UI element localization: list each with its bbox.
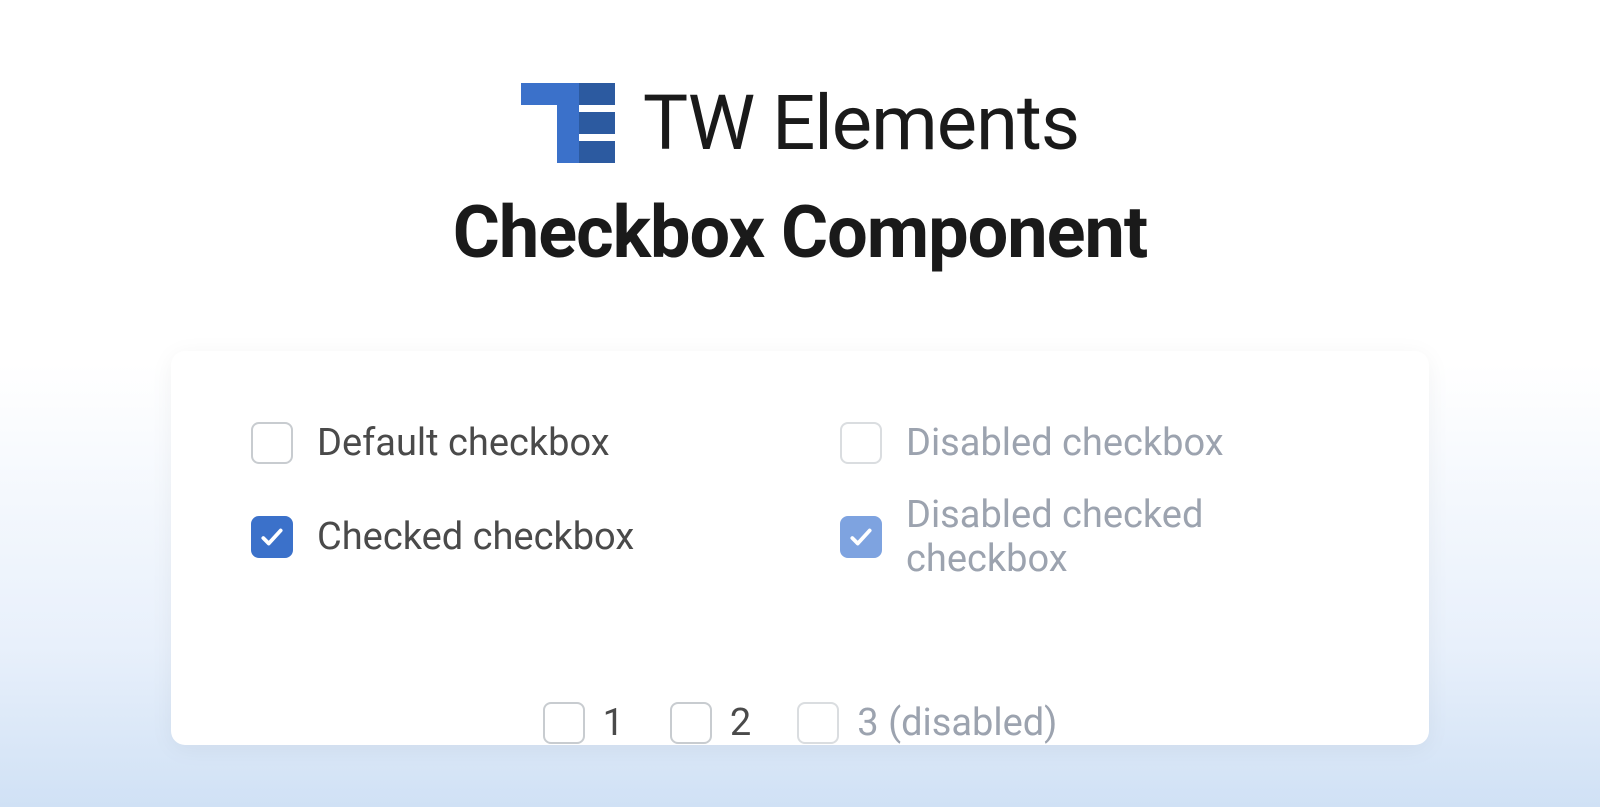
checkmark-icon [259, 524, 285, 550]
checkbox-row-checked: Checked checkbox [251, 493, 760, 581]
inline-checkbox-2[interactable] [670, 702, 712, 744]
checkbox-row-disabled: Disabled checkbox [840, 421, 1349, 465]
header: TW Elements [521, 78, 1079, 168]
inline-label-1: 1 [603, 701, 624, 745]
inline-item-1: 1 [543, 701, 624, 745]
inline-checkbox-row: 1 2 3 (disabled) [251, 701, 1349, 745]
inline-checkbox-3 [797, 702, 839, 744]
default-checkbox-label: Default checkbox [317, 421, 610, 465]
disabled-checkbox-label: Disabled checkbox [906, 421, 1224, 465]
disabled-checked-checkbox-label: Disabled checked checkbox [906, 493, 1349, 581]
brand-name: TW Elements [643, 78, 1079, 168]
page-container: TW Elements Checkbox Component Default c… [0, 0, 1600, 745]
checkmark-icon [848, 524, 874, 550]
default-checkbox[interactable] [251, 422, 293, 464]
checked-checkbox-label: Checked checkbox [317, 515, 634, 559]
inline-item-2: 2 [670, 701, 751, 745]
inline-checkbox-1[interactable] [543, 702, 585, 744]
inline-item-3: 3 (disabled) [797, 701, 1057, 745]
checkbox-grid: Default checkbox Disabled checkbox Check… [251, 421, 1349, 581]
logo-icon [521, 83, 615, 163]
checked-checkbox[interactable] [251, 516, 293, 558]
checkbox-row-disabled-checked: Disabled checked checkbox [840, 493, 1349, 581]
inline-label-2: 2 [730, 701, 751, 745]
inline-label-3: 3 (disabled) [857, 701, 1057, 745]
page-subtitle: Checkbox Component [453, 190, 1147, 275]
checkbox-card: Default checkbox Disabled checkbox Check… [171, 351, 1429, 745]
checkbox-row-default: Default checkbox [251, 421, 760, 465]
disabled-checkbox [840, 422, 882, 464]
disabled-checked-checkbox [840, 516, 882, 558]
